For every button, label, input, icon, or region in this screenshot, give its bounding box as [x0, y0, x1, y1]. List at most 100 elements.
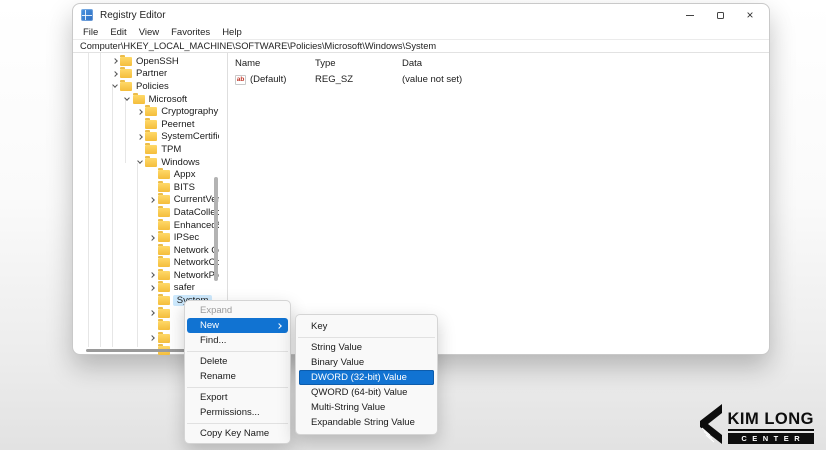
close-button[interactable]: × [735, 6, 765, 24]
tree-item-label: BITS [174, 182, 195, 193]
menu-item-label: Expandable String Value [311, 417, 415, 428]
column-header-name[interactable]: Name [235, 58, 315, 69]
folder-icon [158, 258, 170, 267]
chevron-right-icon[interactable] [147, 198, 158, 202]
tree-item-networkpro[interactable]: NetworkPro [73, 269, 219, 282]
chevron-right-icon[interactable] [147, 311, 158, 315]
address-bar[interactable]: Computer\HKEY_LOCAL_MACHINE\SOFTWARE\Pol… [73, 39, 769, 53]
menu-item-label: Delete [200, 356, 227, 367]
tree-item-peernet[interactable]: Peernet [73, 118, 219, 131]
menu-item-key[interactable]: Key [296, 319, 437, 334]
menu-item-binary-value[interactable]: Binary Value [296, 355, 437, 370]
tree-item-openssh[interactable]: OpenSSH [73, 55, 219, 68]
tree-item-networkco[interactable]: NetworkCo [73, 257, 219, 270]
folder-icon [145, 120, 157, 129]
chevron-glyph [112, 83, 118, 89]
tree-item-safer[interactable]: safer [73, 282, 219, 295]
tree-item-tpm[interactable]: TPM [73, 143, 219, 156]
menu-item-new[interactable]: New [187, 318, 288, 333]
close-icon: × [746, 10, 753, 20]
registry-editor-window: Registry Editor × FileEditViewFavoritesH… [72, 3, 770, 355]
menu-item-find[interactable]: Find... [185, 333, 290, 348]
menu-item-permissions[interactable]: Permissions... [185, 405, 290, 420]
menu-item-qword-64-bit-value[interactable]: QWORD (64-bit) Value [296, 385, 437, 400]
menu-item-label: Key [311, 321, 327, 332]
menu-help[interactable]: Help [216, 27, 248, 38]
menu-file[interactable]: File [77, 27, 104, 38]
tree-item-policies[interactable]: Policies [73, 80, 219, 93]
column-header-type[interactable]: Type [315, 58, 402, 69]
tree-item-partner[interactable]: Partner [73, 68, 219, 81]
chevron-down-icon[interactable] [122, 98, 133, 100]
chevron-glyph [112, 58, 118, 64]
chevron-right-icon[interactable] [134, 110, 145, 114]
menu-edit[interactable]: Edit [104, 27, 132, 38]
titlebar[interactable]: Registry Editor × [73, 4, 769, 26]
tree-item-bits[interactable]: BITS [73, 181, 219, 194]
chevron-down-icon[interactable] [134, 161, 145, 163]
menu-item-delete[interactable]: Delete [185, 354, 290, 369]
maximize-button[interactable] [705, 6, 735, 24]
chevron-down-icon[interactable] [109, 85, 120, 87]
tree-item-ipsec[interactable]: IPSec [73, 231, 219, 244]
menu-item-export[interactable]: Export [185, 390, 290, 405]
menu-favorites[interactable]: Favorites [165, 27, 216, 38]
chevron-glyph [124, 95, 130, 101]
menu-item-label: Multi-String Value [311, 402, 385, 413]
menu-item-string-value[interactable]: String Value [296, 340, 437, 355]
tree-item-cryptography[interactable]: Cryptography [73, 105, 219, 118]
chevron-glyph [149, 336, 155, 342]
menu-item-rename[interactable]: Rename [185, 369, 290, 384]
chevron-glyph [112, 71, 118, 77]
minimize-icon [686, 15, 694, 16]
menu-item-multi-string-value[interactable]: Multi-String Value [296, 400, 437, 415]
watermark-sub-text: CENTER [728, 433, 815, 444]
folder-icon [158, 334, 170, 343]
value-row-default[interactable]: ab(Default)REG_SZ(value not set) [229, 73, 769, 86]
menu-separator [187, 423, 288, 424]
folder-icon [158, 296, 170, 305]
column-header-data[interactable]: Data [402, 58, 769, 69]
menu-item-label: Export [200, 392, 227, 403]
tree-item-windows[interactable]: Windows [73, 156, 219, 169]
folder-icon [158, 321, 170, 330]
submenu-arrow-icon [276, 323, 282, 329]
tree-item-enhanceds[interactable]: EnhancedS [73, 219, 219, 232]
tree-item-currentvers[interactable]: CurrentVers [73, 194, 219, 207]
tree-item-label: OpenSSH [136, 56, 179, 67]
tree-item-microsoft[interactable]: Microsoft [73, 93, 219, 106]
folder-icon [158, 221, 170, 230]
tree-item-label: Cryptography [161, 106, 218, 117]
chevron-right-icon[interactable] [147, 273, 158, 277]
menu-view[interactable]: View [133, 27, 165, 38]
minimize-button[interactable] [675, 6, 705, 24]
menu-item-copy-key-name[interactable]: Copy Key Name [185, 426, 290, 441]
values-pane[interactable]: Name Type Data ab(Default)REG_SZ(value n… [229, 53, 769, 356]
chevron-right-icon[interactable] [109, 72, 120, 76]
chevron-glyph [149, 273, 155, 279]
chevron-glyph [149, 285, 155, 291]
folder-icon [158, 271, 170, 280]
menu-item-expandable-string-value[interactable]: Expandable String Value [296, 415, 437, 430]
desktop-background: Registry Editor × FileEditViewFavoritesH… [0, 0, 826, 450]
chevron-right-icon[interactable] [147, 286, 158, 290]
tree-vertical-scrollbar[interactable] [214, 177, 218, 281]
tree-item-datacollect[interactable]: DataCollect [73, 206, 219, 219]
chevron-right-icon[interactable] [109, 59, 120, 63]
folder-icon [158, 283, 170, 292]
chevron-right-icon[interactable] [147, 236, 158, 240]
tree-item-label: SystemCertific [161, 131, 219, 142]
chevron-right-icon[interactable] [147, 336, 158, 340]
menu-separator [187, 387, 288, 388]
folder-icon [145, 107, 157, 116]
folder-icon [158, 246, 170, 255]
chevron-right-icon[interactable] [134, 135, 145, 139]
menu-item-dword-32-bit-value[interactable]: DWORD (32-bit) Value [299, 370, 434, 385]
tree-item-network-co[interactable]: Network Co [73, 244, 219, 257]
tree-item-appx[interactable]: Appx [73, 168, 219, 181]
menubar: FileEditViewFavoritesHelp [73, 26, 769, 39]
tree-item-label: EnhancedS [174, 220, 219, 231]
folder-icon [133, 95, 145, 104]
tree-item-systemcertific[interactable]: SystemCertific [73, 131, 219, 144]
folder-icon [158, 309, 170, 318]
